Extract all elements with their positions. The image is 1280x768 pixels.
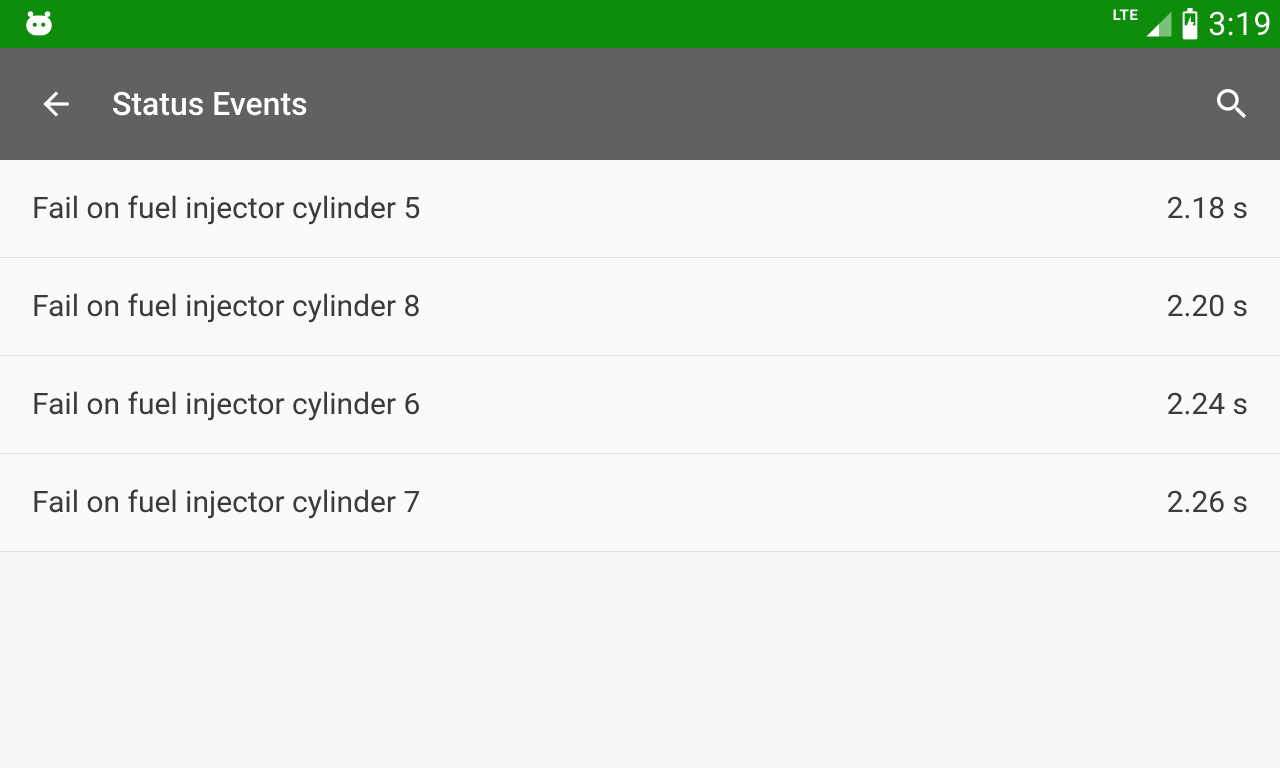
- event-time: 2.26 s: [1167, 485, 1248, 520]
- network-lte-icon: LTE: [1113, 6, 1139, 24]
- android-head-icon: [22, 9, 56, 39]
- list-item[interactable]: Fail on fuel injector cylinder 6 2.24 s: [0, 356, 1280, 454]
- status-events-list: Fail on fuel injector cylinder 5 2.18 s …: [0, 160, 1280, 552]
- event-time: 2.20 s: [1167, 289, 1248, 324]
- event-label: Fail on fuel injector cylinder 5: [32, 191, 1167, 226]
- back-button[interactable]: [32, 80, 80, 128]
- list-item[interactable]: Fail on fuel injector cylinder 5 2.18 s: [0, 160, 1280, 258]
- list-item[interactable]: Fail on fuel injector cylinder 8 2.20 s: [0, 258, 1280, 356]
- event-label: Fail on fuel injector cylinder 8: [32, 289, 1167, 324]
- event-label: Fail on fuel injector cylinder 7: [32, 485, 1167, 520]
- app-bar: Status Events: [0, 48, 1280, 160]
- arrow-back-icon: [37, 85, 75, 123]
- search-icon: [1212, 84, 1252, 124]
- status-bar-clock: 3:19: [1208, 5, 1272, 43]
- event-label: Fail on fuel injector cylinder 6: [32, 387, 1167, 422]
- search-button[interactable]: [1208, 80, 1256, 128]
- page-title: Status Events: [112, 85, 1208, 123]
- battery-charging-icon: [1180, 8, 1200, 40]
- android-status-bar: LTE 3:19: [0, 0, 1280, 48]
- cellular-signal-icon: [1144, 9, 1174, 39]
- list-item[interactable]: Fail on fuel injector cylinder 7 2.26 s: [0, 454, 1280, 552]
- event-time: 2.24 s: [1167, 387, 1248, 422]
- event-time: 2.18 s: [1167, 191, 1248, 226]
